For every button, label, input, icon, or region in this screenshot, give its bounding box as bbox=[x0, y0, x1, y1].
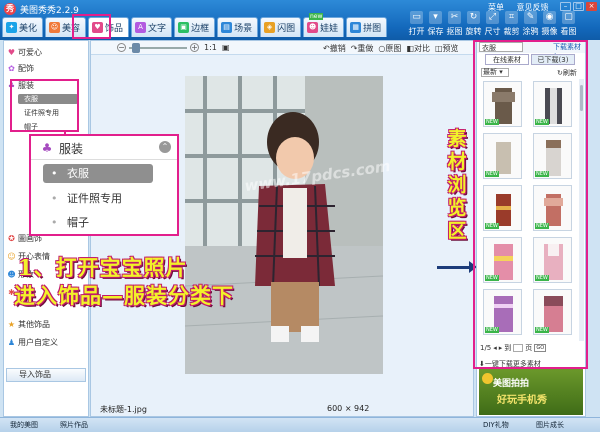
resize-button[interactable]: ⤢ 尺寸 bbox=[483, 11, 502, 37]
bottom-bar: DIY礼物 图片成长 我的美图 照片作品 bbox=[0, 417, 600, 432]
flash-icon: ◈ bbox=[264, 22, 276, 33]
tab-flash[interactable]: ◈ 闪图 bbox=[260, 17, 302, 37]
ad-banner[interactable]: 美图拍拍 好玩手机秀 bbox=[479, 367, 583, 415]
open-button[interactable]: ▭ 打开 bbox=[407, 11, 426, 37]
smile-icon: ☺ bbox=[7, 252, 16, 261]
preview-button[interactable]: ◫预览 bbox=[435, 43, 459, 54]
baby-photo-illustration bbox=[185, 76, 383, 374]
fit-icon[interactable]: ▣ bbox=[222, 43, 230, 52]
minimize-icon[interactable]: – bbox=[560, 2, 571, 11]
text-icon: A bbox=[135, 22, 147, 33]
maximize-icon[interactable]: □ bbox=[573, 2, 584, 11]
star-icon: ★ bbox=[7, 320, 16, 329]
app-title: 美图秀秀2.2.9 bbox=[20, 6, 79, 16]
scene-icon: ▤ bbox=[221, 22, 233, 33]
heart-icon: ♥ bbox=[7, 48, 16, 57]
baby-photo bbox=[185, 76, 383, 374]
face-icon: ☺ bbox=[49, 22, 61, 33]
close-icon[interactable]: × bbox=[586, 2, 597, 11]
camera-button[interactable]: ◉ 摄像 bbox=[540, 11, 559, 37]
collapse-icon[interactable]: ⌃ bbox=[159, 141, 171, 153]
sidebar-item-accessory[interactable]: ✿ 配饰 bbox=[7, 63, 34, 74]
arrow-right-icon bbox=[437, 261, 477, 273]
zoom-out-icon[interactable]: − bbox=[117, 43, 126, 52]
tab-doll[interactable]: ☻ 娃娃 bbox=[303, 17, 345, 37]
camera-icon: ◉ bbox=[543, 11, 556, 24]
clothing-popup: ♣ 服装 ⌃ 衣服 证件照专用 帽子 bbox=[29, 134, 179, 236]
clothing-category-highlight bbox=[10, 79, 79, 132]
brush-icon: ✪ bbox=[8, 234, 15, 243]
accessory-icon: ✿ bbox=[8, 64, 15, 73]
edit-actions: ↶撤销 ↷重做 ○原图 ◧对比 ◫预览 bbox=[323, 43, 459, 54]
caption-vertical: 素 材 浏 览 区 bbox=[447, 128, 467, 242]
tab-frame[interactable]: ▣ 边框 bbox=[174, 17, 216, 37]
doodle-icon: ✎ bbox=[524, 11, 537, 24]
material-panel-highlight bbox=[473, 40, 588, 369]
photo-growth-link[interactable]: 图片成长 bbox=[536, 420, 564, 430]
accessories-tab-highlight bbox=[72, 14, 111, 39]
person-icon: ☻ bbox=[7, 270, 16, 279]
sidebar-item-custom[interactable]: ♟ 用户自定义 bbox=[7, 337, 58, 348]
canvas-toolbar: − + 1:1 ▣ ↶撤销 ↷重做 ○原图 ◧对比 ◫预览 bbox=[91, 41, 473, 55]
doodle-button[interactable]: ✎ 涂鸦 bbox=[521, 11, 540, 37]
popup-header: ♣ 服装 ⌃ bbox=[31, 136, 177, 160]
ad-slogan: 好玩手机秀 bbox=[497, 395, 547, 406]
clothing-icon: ♣ bbox=[41, 141, 53, 155]
new-badge: new bbox=[309, 13, 324, 20]
app-logo-icon: 秀 bbox=[4, 3, 16, 15]
window-controls: – □ × bbox=[560, 2, 597, 11]
connector-line bbox=[30, 130, 65, 132]
compare-button[interactable]: ◧对比 bbox=[406, 43, 430, 54]
user-icon: ♟ bbox=[7, 338, 16, 347]
zoom-in-icon[interactable]: + bbox=[190, 43, 199, 52]
rotate-button[interactable]: ↻ 旋转 bbox=[464, 11, 483, 37]
save-icon: ▾ bbox=[429, 11, 442, 24]
popup-item-hat[interactable]: 帽子 bbox=[43, 213, 153, 232]
file-name: 未标题-1.jpg bbox=[100, 405, 147, 414]
caption-line-1: 1、打开宝宝照片 bbox=[18, 255, 188, 280]
save-button[interactable]: ▾ 保存 bbox=[426, 11, 445, 37]
magic-icon: ✦ bbox=[6, 22, 17, 33]
crop-icon: ⌗ bbox=[505, 11, 518, 24]
cutout-button[interactable]: ✂ 抠图 bbox=[445, 11, 464, 37]
image-size: 600 × 942 bbox=[327, 404, 370, 413]
top-toolbar: ▭ 打开 ▾ 保存 ✂ 抠图 ↻ 旋转 ⤢ 尺寸 ⌗ 裁剪 ✎ 涂鸦 ◉ 摄像 ▢ 看图 bbox=[407, 11, 578, 37]
original-button[interactable]: ○原图 bbox=[378, 43, 401, 54]
frame-icon: ▣ bbox=[178, 22, 190, 33]
undo-button[interactable]: ↶撤销 bbox=[323, 43, 346, 54]
sidebar-item-cute-heart[interactable]: ♥ 可爱心 bbox=[7, 47, 42, 58]
import-accessory-button[interactable]: 导入饰品 bbox=[6, 368, 86, 382]
tab-puzzle[interactable]: ▦ 拼图 bbox=[346, 17, 388, 37]
redo-button[interactable]: ↷重做 bbox=[351, 43, 374, 54]
resize-icon: ⤢ bbox=[486, 11, 499, 24]
sidebar-item-other[interactable]: ★ 其他饰品 bbox=[7, 319, 50, 330]
cutout-icon: ✂ bbox=[448, 11, 461, 24]
puzzle-icon: ▦ bbox=[350, 22, 362, 33]
popup-item-clothes[interactable]: 衣服 bbox=[43, 164, 153, 183]
zoom-slider-knob[interactable] bbox=[132, 43, 140, 53]
ad-title: 美图拍拍 bbox=[493, 379, 530, 389]
doll-icon: ☻ bbox=[307, 22, 319, 33]
crop-button[interactable]: ⌗ 裁剪 bbox=[502, 11, 521, 37]
tab-scene[interactable]: ▤ 场景 bbox=[217, 17, 259, 37]
tab-text[interactable]: A 文字 bbox=[131, 17, 173, 37]
view-button[interactable]: ▢ 看图 bbox=[559, 11, 578, 37]
popup-item-id-photo[interactable]: 证件照专用 bbox=[43, 189, 153, 208]
ad-logo-icon bbox=[482, 373, 493, 384]
tab-beautify[interactable]: ✦ 美化 bbox=[2, 17, 44, 37]
rotate-icon: ↻ bbox=[467, 11, 480, 24]
diy-gift-link[interactable]: DIY礼物 bbox=[483, 420, 509, 430]
popup-title: 服装 bbox=[59, 142, 84, 156]
main-tabs: ✦ 美化 ☺ 美容 ♥ 饰品 A 文字 ▣ 边框 ▤ 场景 ◈ 闪图 ☻ 娃娃 ▦ 拼图 bbox=[2, 17, 388, 37]
zoom-1to1-button[interactable]: 1:1 bbox=[204, 43, 217, 52]
photo-works-link[interactable]: 照片作品 bbox=[60, 420, 88, 430]
my-meitu-link[interactable]: 我的美图 bbox=[10, 420, 38, 430]
caption-line-2: 进入饰品—服装分类下 bbox=[14, 283, 234, 308]
open-icon: ▭ bbox=[410, 11, 423, 24]
view-icon: ▢ bbox=[562, 11, 575, 24]
